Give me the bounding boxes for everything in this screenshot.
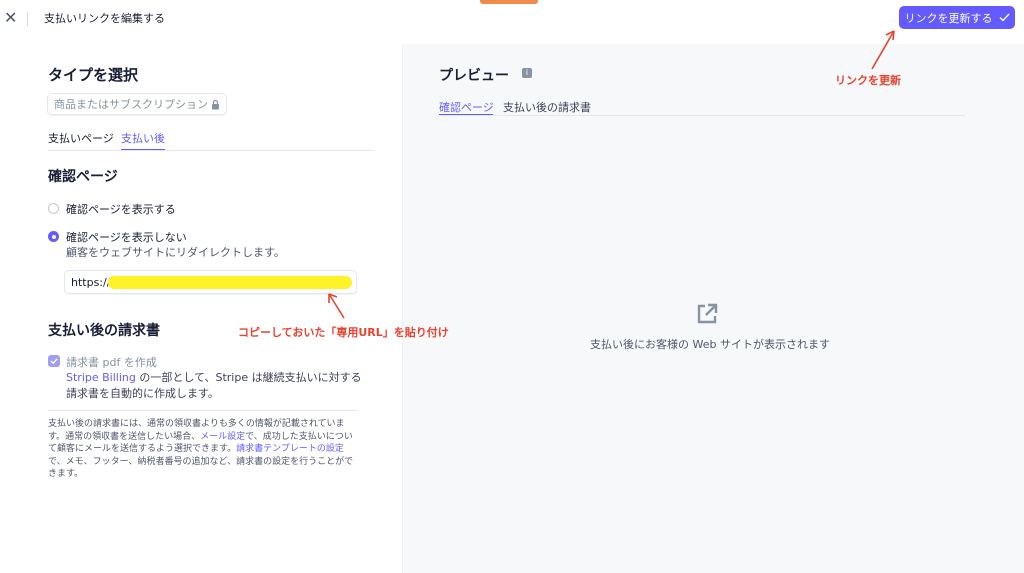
check-icon xyxy=(999,13,1010,22)
type-heading: タイプを選択 xyxy=(48,66,139,84)
invoice-note: 支払い後の請求書には、通常の領収書よりも多くの情報が記載されています。通常の領収… xyxy=(48,418,360,481)
preview-message: 支払い後にお客様の Web サイトが表示されます xyxy=(590,338,830,351)
invoice-template-link[interactable]: 請求書テンプレートの設定 xyxy=(236,444,344,454)
invoice-pdf-checkbox[interactable] xyxy=(48,355,60,367)
divider xyxy=(27,12,28,26)
radio-hide-confirm-label: 確認ページを表示しない xyxy=(66,231,187,244)
redacted-url-highlight xyxy=(108,276,352,289)
stripe-text-2: 請求書を自動的に作成します。 xyxy=(66,387,219,400)
divider xyxy=(48,410,357,411)
tab-after-payment[interactable]: 支払い後 xyxy=(121,130,165,146)
tab-invoice-preview[interactable]: 支払い後の請求書 xyxy=(503,99,591,115)
divider xyxy=(48,150,374,151)
info-icon[interactable]: i xyxy=(522,68,532,78)
update-link-button[interactable]: リンクを更新する xyxy=(899,6,1015,29)
preview-heading: プレビュー xyxy=(439,68,509,84)
product-placeholder: 商品またはサブスクリプション xyxy=(54,98,208,111)
external-link-icon xyxy=(697,303,718,324)
invoice-pdf-label: 請求書 pdf を作成 xyxy=(66,356,157,369)
confirm-page-heading: 確認ページ xyxy=(48,169,118,185)
close-icon[interactable]: ✕ xyxy=(4,8,17,27)
invoice-heading: 支払い後の請求書 xyxy=(48,323,160,339)
tab-confirm-page[interactable]: 確認ページ xyxy=(439,99,494,115)
update-link-label: リンクを更新する xyxy=(904,11,993,25)
product-select[interactable]: 商品またはサブスクリプション xyxy=(47,93,227,115)
top-orange-marker xyxy=(480,0,538,4)
stripe-text-1: の一部として、Stripe は継続支払いに対する xyxy=(135,371,362,384)
radio-hide-confirm[interactable] xyxy=(48,231,59,242)
radio-show-confirm-label: 確認ページを表示する xyxy=(66,203,176,216)
divider xyxy=(439,115,965,116)
check-icon xyxy=(50,358,58,365)
tab-payment-page[interactable]: 支払いページ xyxy=(48,130,114,146)
note-text-3: で、メモ、フッター、納税者番号の追加など、請求書の設定を行うことができます。 xyxy=(48,456,354,480)
stripe-billing-description: Stripe Billing の一部として、Stripe は継続支払いに対する … xyxy=(66,370,366,402)
radio-hide-confirm-description: 顧客をウェブサイトにリダイレクトします。 xyxy=(66,246,285,259)
annotation-update-link: リンクを更新 xyxy=(835,74,901,87)
radio-show-confirm[interactable] xyxy=(48,203,59,214)
lock-icon xyxy=(212,99,219,110)
email-settings-link[interactable]: メール設定 xyxy=(200,432,245,442)
stripe-billing-link[interactable]: Stripe Billing xyxy=(66,371,136,384)
annotation-arrow-update xyxy=(871,30,895,70)
annotation-arrow-paste xyxy=(328,293,345,319)
annotation-paste-url: コピーしておいた「専用URL」を貼り付け xyxy=(238,326,449,339)
url-prefix: https:// xyxy=(71,275,111,289)
page-title: 支払いリンクを編集する xyxy=(44,12,165,25)
